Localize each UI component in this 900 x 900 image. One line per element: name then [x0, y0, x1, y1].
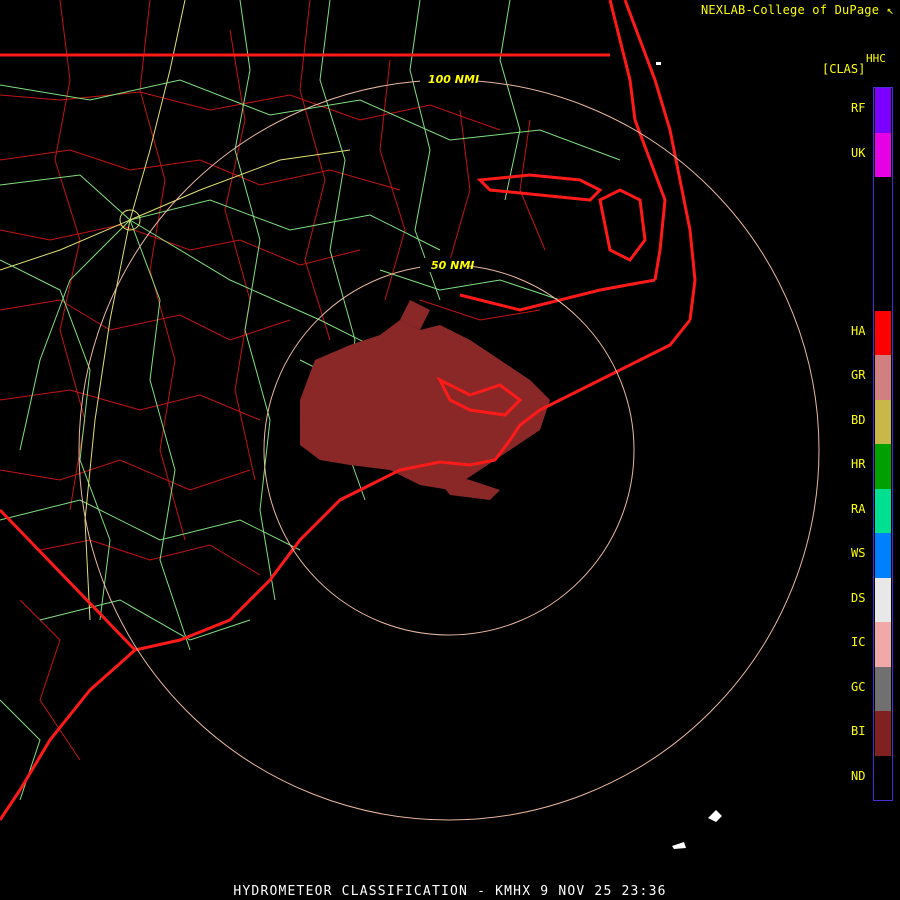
- legend-swatch-nd: [875, 755, 891, 800]
- legend-swatch-uk: [875, 132, 891, 177]
- legend-label-ic: IC: [851, 635, 866, 650]
- legend-swatch-blank-4: [875, 266, 891, 311]
- legend-swatch-ws: [875, 533, 891, 578]
- range-label-50: 50 NMI: [431, 259, 474, 272]
- range-ring-labels: 50 NMI 100 NMI: [420, 72, 479, 272]
- legend-label-rf: RF: [851, 101, 866, 116]
- legend-label-gc: GC: [851, 679, 866, 694]
- legend-swatch-hr: [875, 444, 891, 489]
- radar-echo: [300, 300, 550, 500]
- legend-color-bar: [873, 87, 893, 801]
- legend-swatch-ha: [875, 310, 891, 355]
- legend-swatch-gc: [875, 666, 891, 711]
- legend-swatch-bd: [875, 399, 891, 444]
- legend-label-gr: GR: [851, 368, 866, 383]
- legend-label-bd: BD: [851, 412, 866, 427]
- radar-map: 50 NMI 100 NMI: [0, 0, 820, 849]
- legend-label-ra: RA: [851, 501, 866, 516]
- range-label-100: 100 NMI: [428, 73, 479, 86]
- legend-swatch-rf: [875, 88, 891, 133]
- legend-swatch-gr: [875, 355, 891, 400]
- legend-swatch-ds: [875, 577, 891, 622]
- state-boundary-sc: [0, 508, 137, 652]
- legend-label-ds: DS: [851, 590, 866, 605]
- legend-label-hr: HR: [851, 457, 866, 472]
- legend-label-uk: UK: [851, 145, 866, 160]
- credit-label: NEXLAB-College of DuPage ↖: [700, 3, 894, 17]
- legend-unit: [CLAS]: [822, 62, 866, 76]
- legend-label-bi: BI: [851, 724, 866, 739]
- product-caption: HYDROMETEOR CLASSIFICATION - KMHX 9 NOV …: [233, 884, 667, 899]
- legend-swatch-blank-2: [875, 177, 891, 222]
- legend-label-nd: ND: [851, 768, 866, 783]
- legend-product: HHC: [866, 52, 886, 65]
- legend-swatch-ra: [875, 488, 891, 533]
- legend-swatch-bi: [875, 711, 891, 756]
- legend-label-ha: HA: [851, 323, 866, 338]
- legend-label-ws: WS: [851, 546, 866, 561]
- legend-swatch-blank-3: [875, 221, 891, 266]
- legend-swatch-ic: [875, 622, 891, 667]
